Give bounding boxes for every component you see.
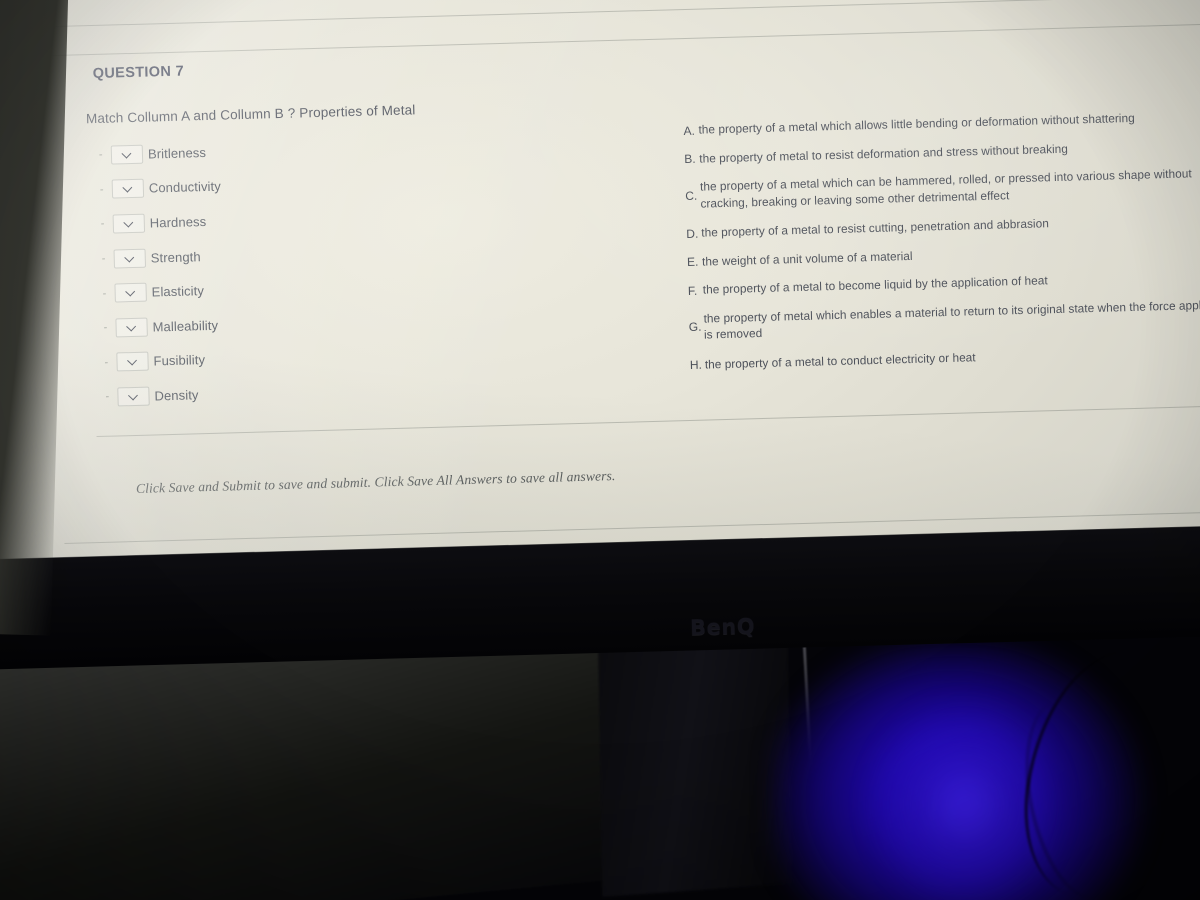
option-text: the property of a metal to become liquid… — [702, 273, 1048, 297]
row-dash: - — [105, 391, 110, 404]
row-dash: - — [103, 321, 108, 335]
answer-dropdown-elasticity[interactable] — [114, 282, 152, 303]
option-item: G. the property of metal which enables a… — [688, 296, 1200, 344]
option-text: the property of a metal to resist cuttin… — [701, 216, 1050, 240]
match-row-label: Density — [154, 387, 199, 404]
answer-dropdown-malleability[interactable] — [115, 317, 153, 338]
page-content: g of a multiplying force QUESTION 7 Matc… — [0, 0, 1200, 594]
row-dash: - — [99, 183, 104, 196]
option-letter: E. — [686, 254, 699, 270]
dropdown-box[interactable] — [111, 179, 145, 199]
match-row-label: Strength — [150, 248, 201, 266]
page-title: QUESTION 7 — [92, 63, 185, 83]
match-row-label: Britleness — [147, 144, 207, 162]
answer-dropdown-strength[interactable] — [113, 248, 152, 269]
answer-dropdown-britleness[interactable] — [110, 144, 149, 165]
chevron-down-icon — [128, 357, 137, 366]
photo-scene: g of a multiplying force QUESTION 7 Matc… — [0, 0, 1200, 900]
monitor-screen: g of a multiplying force QUESTION 7 Matc… — [0, 0, 1200, 594]
match-row-label: Conductivity — [148, 178, 222, 196]
row-dash: - — [102, 287, 107, 300]
dropdown-box[interactable] — [116, 351, 149, 372]
chevron-down-icon — [124, 219, 133, 228]
column-a-list: - Britleness - Conductivity - Hardness -… — [98, 126, 535, 414]
option-item: D. the property of a metal to resist cut… — [686, 211, 1200, 242]
dropdown-box[interactable] — [114, 282, 147, 303]
chevron-down-icon — [123, 184, 132, 193]
chevron-down-icon — [129, 392, 138, 401]
dropdown-box[interactable] — [117, 386, 150, 407]
divider-rule-top — [45, 0, 1200, 28]
save-instructions: Click Save and Submit to save and submit… — [135, 468, 616, 496]
option-text: the property of metal to resist deformat… — [699, 141, 1069, 166]
divider-rule-header — [26, 23, 1200, 57]
option-text: the property of a metal which allows lit… — [698, 110, 1135, 137]
option-text: the property of metal which enables a ma… — [703, 297, 1200, 342]
option-item: C. the property of a metal which can be … — [685, 165, 1200, 213]
match-row-label: Elasticity — [151, 283, 205, 300]
answer-dropdown-fusibility[interactable] — [116, 351, 154, 372]
chevron-down-icon — [126, 288, 135, 297]
match-row-label: Fusibility — [153, 352, 206, 369]
option-letter: G. — [688, 319, 702, 335]
option-text: the property of a metal which can be ham… — [699, 166, 1192, 211]
answer-dropdown-density[interactable] — [117, 386, 155, 407]
option-text: the weight of a unit volume of a materia… — [701, 248, 913, 269]
option-letter: B. — [684, 151, 696, 167]
option-item: E. the weight of a unit volume of a mate… — [687, 239, 1200, 270]
row-dash: - — [104, 356, 109, 369]
option-text: the property of a metal to conduct elect… — [704, 349, 976, 372]
dropdown-box[interactable] — [110, 144, 144, 165]
monitor-stand — [598, 633, 792, 897]
monitor-brand-logo: BenQ — [689, 614, 756, 640]
option-letter: F. — [687, 283, 698, 298]
option-item: A. the property of a metal which allows … — [683, 108, 1200, 139]
chevron-down-icon — [125, 254, 134, 263]
option-item: B. the property of metal to resist defor… — [684, 136, 1200, 167]
answer-dropdown-hardness[interactable] — [112, 213, 151, 234]
question-prompt: Match Collumn A and Collumn B ? Properti… — [85, 102, 416, 127]
chevron-down-icon — [122, 150, 131, 159]
row-dash: - — [98, 149, 103, 162]
chevron-down-icon — [127, 323, 136, 332]
dropdown-box[interactable] — [112, 213, 146, 234]
option-item: H. the property of a metal to conduct el… — [690, 342, 1200, 373]
match-row-label: Hardness — [149, 213, 207, 231]
column-b-options: A. the property of a metal which allows … — [683, 108, 1200, 385]
option-letter: D. — [686, 226, 699, 241]
row-dash: - — [100, 218, 105, 231]
match-row-label: Malleability — [152, 317, 219, 335]
row-dash: - — [101, 252, 106, 265]
option-letter: A. — [683, 123, 696, 138]
option-letter: H. — [689, 357, 703, 372]
option-item: F. the property of a metal to become liq… — [688, 268, 1200, 299]
dropdown-box[interactable] — [115, 317, 148, 338]
answer-dropdown-conductivity[interactable] — [111, 179, 150, 199]
option-letter: C. — [685, 188, 698, 203]
dropdown-box[interactable] — [113, 248, 147, 269]
